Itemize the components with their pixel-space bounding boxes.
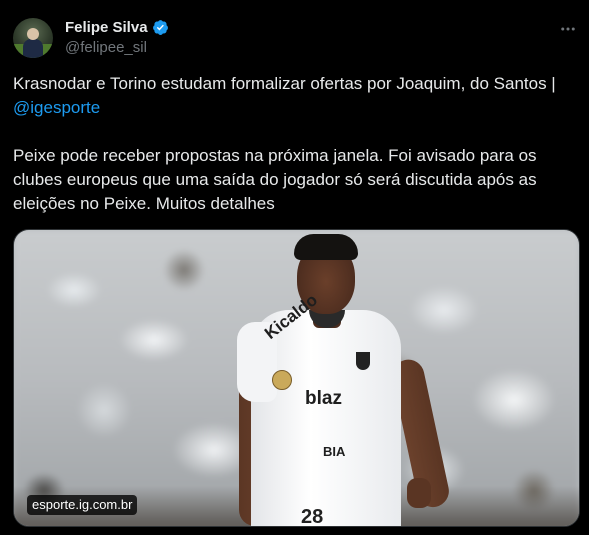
verified-badge-icon bbox=[152, 20, 168, 35]
club-crest bbox=[356, 352, 370, 370]
tweet-text-body: Peixe pode receber propostas na próxima … bbox=[13, 146, 537, 213]
tweet-card: Felipe Silva @felipee_sil Krasnodar e To… bbox=[0, 0, 589, 535]
tweet-headline-text: Krasnodar e Torino estudam formalizar of… bbox=[13, 74, 556, 93]
more-options-icon[interactable] bbox=[557, 18, 579, 40]
author-handle[interactable]: @felipee_sil bbox=[65, 39, 147, 56]
jersey-sub-sponsor-text: BIA bbox=[323, 444, 346, 459]
media-source-label[interactable]: esporte.ig.com.br bbox=[27, 495, 138, 515]
jersey-sponsor-text: blaz bbox=[305, 388, 342, 409]
mention-link[interactable]: @igesporte bbox=[13, 98, 100, 117]
sleeve-badge bbox=[272, 370, 292, 390]
player-figure: Kicaldo blaz BIA 28 bbox=[237, 230, 452, 527]
author-name-row: Felipe Silva bbox=[65, 19, 169, 36]
tweet-media-image[interactable]: Kicaldo blaz BIA 28 esporte.ig.com.br bbox=[13, 229, 580, 527]
author-display-name[interactable]: Felipe Silva bbox=[65, 19, 148, 36]
jersey-number: 28 bbox=[301, 506, 324, 527]
avatar[interactable] bbox=[13, 18, 53, 58]
tweet-text-headline: Krasnodar e Torino estudam formalizar of… bbox=[13, 72, 579, 120]
